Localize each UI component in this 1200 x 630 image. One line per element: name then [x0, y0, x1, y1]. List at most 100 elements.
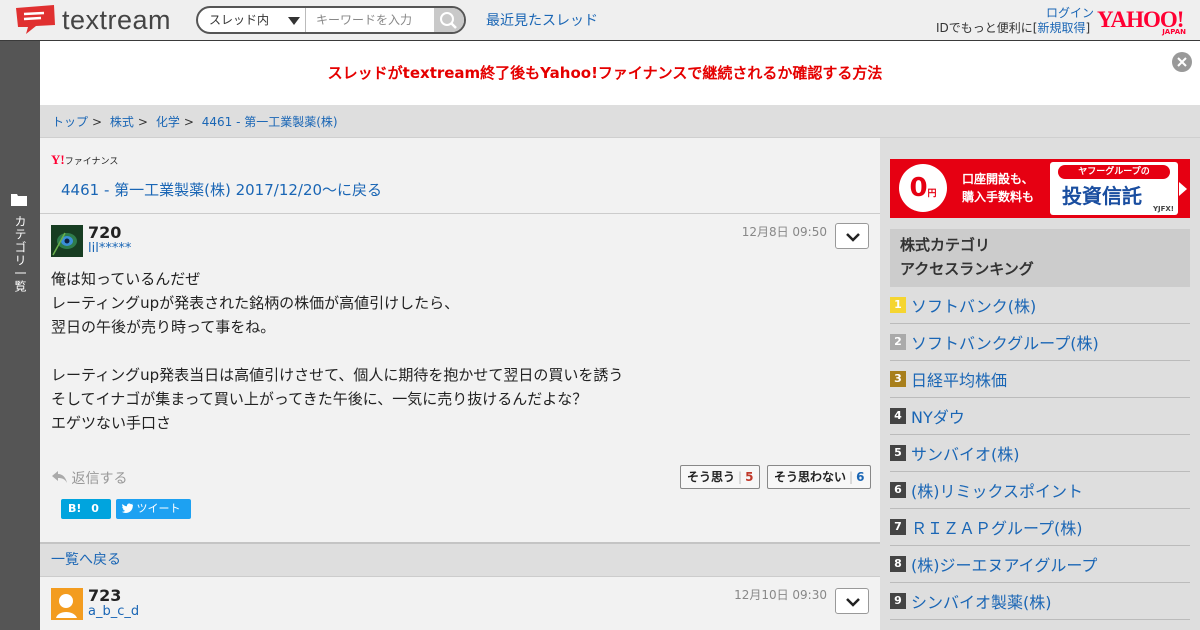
post-number[interactable]: 723	[88, 586, 121, 605]
breadcrumb-company[interactable]: 4461 - 第一工業製薬(株)	[202, 115, 338, 129]
breadcrumb-chemicals[interactable]: 化学	[156, 115, 180, 129]
post-menu-button[interactable]	[835, 588, 869, 614]
yahoo-finance-logo: Y!ファイナンス	[51, 152, 118, 168]
post-username[interactable]: a_b_c_d	[88, 604, 139, 619]
ranking-heading: 株式カテゴリ アクセスランキング	[890, 229, 1190, 287]
ranking-item[interactable]: 3 日経平均株価	[890, 361, 1190, 398]
agree-button[interactable]: そう思う | 5	[680, 465, 761, 489]
ranking-item[interactable]: 8 (株)ジーエヌアイグループ	[890, 546, 1190, 583]
hatena-bookmark-button[interactable]: B! 0	[61, 499, 111, 519]
search-scope-select[interactable]: スレッド内	[198, 8, 306, 32]
avatar[interactable]	[51, 225, 83, 257]
rank-badge: 3	[890, 371, 906, 387]
ranking-item[interactable]: 4 NYダウ	[890, 398, 1190, 435]
ranking-item[interactable]: 7 ＲＩＺＡＰグループ(株)	[890, 509, 1190, 546]
close-icon	[1177, 57, 1187, 67]
logo-text: textream	[62, 5, 172, 35]
reply-button[interactable]: 返信する	[51, 468, 127, 488]
peacock-feather-avatar-image	[51, 225, 83, 257]
search-button[interactable]	[434, 8, 464, 32]
back-to-list-link[interactable]: 一覧へ戻る	[40, 542, 880, 577]
disagree-button[interactable]: そう思わない | 6	[767, 465, 872, 489]
back-to-thread-link[interactable]: 4461 - 第一工業製薬(株) 2017/12/20〜に戻る	[61, 179, 382, 200]
ad-sponsor: YJFX!	[1152, 205, 1174, 213]
breadcrumb-top[interactable]: トップ	[52, 115, 88, 129]
disagree-label: そう思わない	[774, 470, 847, 484]
textream-logo[interactable]: textream	[14, 5, 186, 35]
ad-yen: 円	[927, 189, 937, 199]
ranking-link[interactable]: 日経平均株価	[911, 367, 1007, 391]
chevron-down-icon	[846, 598, 860, 607]
post-723: 723 a_b_c_d 12月10日 09:30	[40, 577, 880, 630]
ranking-link[interactable]: ソフトバンク(株)	[911, 293, 1036, 317]
reply-label: 返信する	[71, 471, 128, 487]
rank-badge: 2	[890, 334, 906, 350]
notice-banner: スレッドがtextream終了後もYahoo!ファイナンスで継続されるか確認する…	[40, 41, 1200, 105]
post-username[interactable]: lil*****	[88, 241, 131, 256]
twitter-bird-icon	[121, 503, 134, 513]
yahoo-finance-text: ファイナンス	[64, 157, 119, 167]
register-link[interactable]: 新規取得	[1037, 21, 1085, 35]
caret-down-icon	[288, 17, 300, 25]
ranking-link[interactable]: NYダウ	[911, 404, 965, 428]
id-promo-suffix: ]	[1085, 21, 1091, 35]
disagree-count: 6	[856, 470, 865, 484]
ranking-link[interactable]: ソフトバンクグループ(株)	[911, 330, 1099, 354]
hatena-label: B!	[68, 502, 82, 515]
ad-panel: ヤフーグループの 投資信託 YJFX!	[1050, 162, 1178, 215]
search-box: スレッド内	[196, 6, 466, 34]
ranking-item[interactable]: 1 ソフトバンク(株)	[890, 287, 1190, 324]
yahoo-japan-logo[interactable]: YAHOO! JAPAN	[1097, 8, 1189, 37]
ranking-item[interactable]: 6 (株)リミックスポイント	[890, 472, 1190, 509]
ad-copy: 口座開設も、 購入手数料も	[962, 170, 1034, 206]
right-column: 0円 口座開設も、 購入手数料も ヤフーグループの 投資信託 YJFX! 株式カ…	[880, 138, 1200, 630]
tweet-button[interactable]: ツイート	[116, 499, 191, 519]
ad-main-text: 投資信託	[1062, 184, 1142, 208]
ad-copy-line: 購入手数料も	[962, 190, 1035, 204]
id-promo-prefix: IDでもっと便利に[	[936, 21, 1038, 35]
post-line: そしてイナゴが集まって買い上がってきた午後に、一気に売り抜けるんだよな？	[51, 390, 588, 408]
hatena-count: 0	[91, 502, 99, 515]
ranking-item[interactable]: 5 サンバイオ(株)	[890, 435, 1190, 472]
ad-banner[interactable]: 0円 口座開設も、 購入手数料も ヤフーグループの 投資信託 YJFX!	[890, 159, 1190, 218]
post-body: 俺は知っているんだぜ レーティングupが発表された銘柄の株価が高値引けしたら、 …	[51, 267, 623, 435]
search-scope-label: スレッド内	[209, 13, 270, 27]
rank-badge: 8	[890, 556, 906, 572]
rank-badge: 7	[890, 519, 906, 535]
ad-arrow-icon	[1179, 182, 1187, 196]
rank-badge: 6	[890, 482, 906, 498]
ranking-link[interactable]: シンバイオ製薬(株)	[911, 589, 1052, 613]
category-sidebar[interactable]: カテゴリ一覧	[0, 41, 40, 630]
ranking-link[interactable]: サンバイオ(株)	[911, 441, 1020, 465]
avatar[interactable]	[51, 588, 83, 620]
ad-copy-line: 口座開設も、	[962, 172, 1034, 186]
post-date: 12月8日 09:50	[741, 225, 827, 239]
ranking-link[interactable]: (株)リミックスポイント	[911, 478, 1083, 502]
ad-zero-yen-badge: 0円	[899, 164, 947, 212]
ranking-title-line: 株式カテゴリ	[900, 236, 991, 254]
folder-icon	[11, 194, 27, 206]
recent-threads-link[interactable]: 最近見たスレッド	[486, 10, 598, 30]
chevron-down-icon	[846, 233, 860, 242]
post-menu-button[interactable]	[835, 223, 869, 249]
search-input[interactable]	[308, 8, 436, 32]
default-user-avatar-image	[51, 588, 83, 620]
notice-close-button[interactable]	[1172, 52, 1192, 72]
ranking-item[interactable]: 9 シンバイオ製薬(株)	[890, 583, 1190, 620]
notice-link[interactable]: スレッドがtextream終了後もYahoo!ファイナンスで継続されるか確認する…	[40, 62, 1170, 83]
rank-badge: 9	[890, 593, 906, 609]
ranking-item[interactable]: 2 ソフトバンクグループ(株)	[890, 324, 1190, 361]
reply-arrow-icon	[52, 471, 67, 483]
ranking-link[interactable]: ＲＩＺＡＰグループ(株)	[911, 515, 1083, 539]
main-content: Y!ファイナンス 4461 - 第一工業製薬(株) 2017/12/20〜に戻る…	[40, 138, 880, 630]
breadcrumb-stocks[interactable]: 株式	[110, 115, 134, 129]
post-line: エゲツない手口さ	[51, 414, 172, 432]
ranking-title-line: アクセスランキング	[900, 260, 1034, 278]
post-line: 翌日の午後が売り時って事をね。	[51, 318, 276, 336]
post-line: レーティングup発表当日は高値引けさせて、個人に期待を抱かせて翌日の買いを誘う	[51, 366, 624, 384]
post-number[interactable]: 720	[88, 223, 121, 242]
agree-count: 5	[745, 470, 754, 484]
post-date: 12月10日 09:30	[734, 588, 827, 602]
yahoo-logo-japan: JAPAN	[1162, 28, 1186, 36]
ranking-link[interactable]: (株)ジーエヌアイグループ	[911, 552, 1097, 576]
